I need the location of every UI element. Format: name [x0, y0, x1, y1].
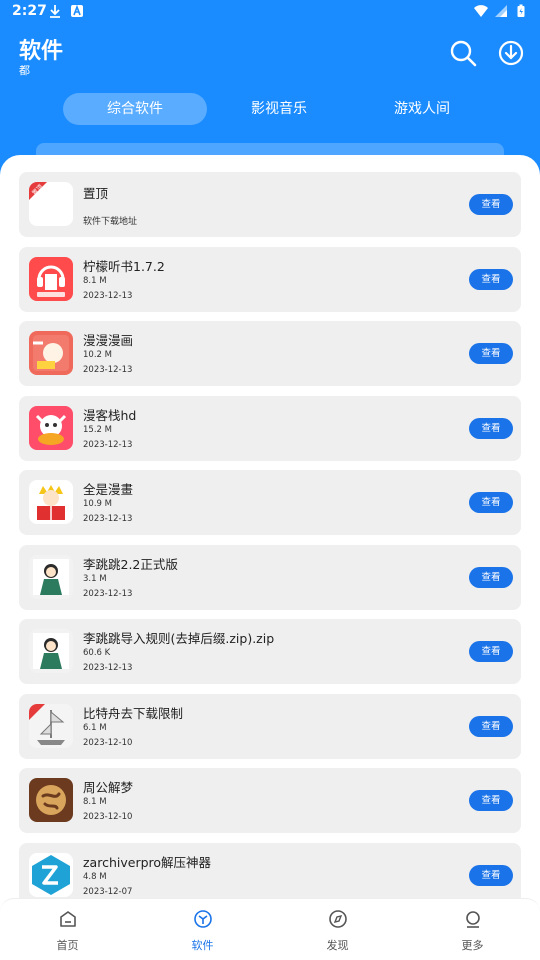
- list-item[interactable]: 李跳跳2.2正式版 3.1 M 2023-12-13 查看: [19, 544, 521, 610]
- item-name: 全是漫畫: [83, 482, 134, 497]
- view-button[interactable]: 查看: [469, 641, 513, 662]
- list-item[interactable]: 柠檬听书1.7.2 8.1 M 2023-12-13 查看: [19, 246, 521, 312]
- wifi-icon: [474, 5, 488, 17]
- item-size: 8.1 M: [83, 797, 107, 807]
- list-item[interactable]: 漫客栈hd 15.2 M 2023-12-13 查看: [19, 395, 521, 461]
- status-time: 2:27: [12, 3, 47, 19]
- item-date: 2023-12-10: [83, 812, 133, 822]
- app-status-icon: [71, 4, 83, 17]
- nav-software-label: 软件: [191, 939, 214, 952]
- item-name: 漫客栈hd: [83, 407, 137, 423]
- cat-manga-icon: [29, 405, 73, 450]
- page-subtitle: 都: [19, 64, 30, 77]
- item-subtext: 软件下载地址: [83, 217, 138, 227]
- item-date: 2023-12-13: [83, 365, 133, 375]
- nav-home[interactable]: 首页: [0, 899, 135, 960]
- download-button[interactable]: [496, 38, 526, 68]
- item-date: 2023-12-13: [83, 514, 133, 524]
- item-size: 15.2 M: [83, 424, 112, 435]
- tab-games[interactable]: 游戏人间: [351, 93, 493, 125]
- zarchiver-icon: [29, 852, 73, 897]
- view-button[interactable]: 查看: [469, 194, 513, 215]
- pinned-icon: 置顶: [29, 182, 73, 226]
- item-size: 6.1 M: [83, 722, 107, 733]
- page-title: 软件: [19, 39, 64, 64]
- software-icon: [194, 910, 212, 928]
- li-tiaotiao-icon: [29, 554, 73, 599]
- list-item[interactable]: 全是漫畫 10.9 M 2023-12-13 查看: [19, 470, 521, 535]
- item-date: 2023-12-07: [83, 886, 133, 897]
- item-name: 李跳跳导入规则(去掉后缀.zip).zip: [83, 631, 275, 646]
- item-size: 8.1 M: [83, 275, 107, 286]
- nav-discover[interactable]: 发现: [270, 899, 405, 960]
- list-item-pinned[interactable]: 置顶 置顶 软件下载地址 查看: [19, 172, 521, 237]
- search-icon: [450, 40, 477, 67]
- item-size: 10.2 M: [83, 350, 112, 360]
- li-tiaotiao-rules-icon: [29, 629, 73, 673]
- item-name: zarchiverpro解压神器: [83, 854, 212, 870]
- content-panel: 置顶 置顶 软件下载地址 查看 柠檬听书1.7.2 8.1 M 2023-12-…: [0, 155, 540, 960]
- view-button[interactable]: 查看: [469, 268, 513, 290]
- item-name: 漫漫漫画: [83, 333, 134, 348]
- view-button[interactable]: 查看: [469, 715, 513, 737]
- tab-general-software[interactable]: 综合软件: [63, 93, 207, 125]
- item-size: 4.8 M: [83, 871, 107, 882]
- lemon-audiobook-icon: [29, 256, 73, 301]
- nav-discover-label: 发现: [326, 939, 349, 952]
- view-button[interactable]: 查看: [469, 417, 513, 439]
- item-date: 2023-12-13: [83, 290, 133, 301]
- view-button[interactable]: 查看: [469, 566, 513, 588]
- item-name: 李跳跳2.2正式版: [83, 556, 178, 572]
- sailing-ship-icon: [29, 703, 73, 748]
- item-size: 10.9 M: [83, 499, 112, 509]
- dream-interpretation-icon: [29, 778, 73, 822]
- item-date: 2023-12-10: [83, 737, 133, 748]
- reader-character-icon: [29, 480, 73, 524]
- nav-more[interactable]: 更多: [405, 899, 540, 960]
- signal-icon: [495, 5, 507, 17]
- list-item[interactable]: 漫漫漫画 10.2 M 2023-12-13 查看: [19, 321, 521, 386]
- home-icon: [60, 911, 76, 927]
- bottom-nav: 首页 软件 发现 更多: [0, 898, 540, 960]
- list-item[interactable]: 周公解梦 8.1 M 2023-12-10 查看: [19, 768, 521, 833]
- list-item[interactable]: 比特舟去下载限制 6.1 M 2023-12-10 查看: [19, 693, 521, 759]
- view-button[interactable]: 查看: [469, 492, 513, 513]
- compass-icon: [329, 910, 347, 928]
- category-tabs: 综合软件 影视音乐 游戏人间: [63, 93, 493, 125]
- search-button[interactable]: [448, 38, 478, 68]
- item-name: 周公解梦: [83, 780, 134, 795]
- item-date: 2023-12-13: [83, 663, 133, 673]
- list-item[interactable]: 李跳跳导入规则(去掉后缀.zip).zip 60.6 K 2023-12-13 …: [19, 619, 521, 684]
- manga-app-icon: [29, 331, 73, 375]
- item-name: 柠檬听书1.7.2: [83, 258, 165, 274]
- nav-software[interactable]: 软件: [135, 899, 270, 960]
- battery-icon: [517, 4, 525, 17]
- more-icon: [466, 911, 480, 928]
- item-size: 60.6 K: [83, 648, 111, 658]
- view-button[interactable]: 查看: [469, 343, 513, 364]
- nav-home-label: 首页: [56, 939, 79, 952]
- download-status-icon: [50, 5, 60, 18]
- view-button[interactable]: 查看: [469, 864, 513, 886]
- nav-more-label: 更多: [461, 939, 484, 952]
- view-button[interactable]: 查看: [469, 790, 513, 811]
- download-icon: [498, 40, 524, 66]
- item-date: 2023-12-13: [83, 439, 133, 450]
- item-name: 比特舟去下载限制: [83, 705, 184, 721]
- app-list: 置顶 置顶 软件下载地址 查看 柠檬听书1.7.2 8.1 M 2023-12-…: [19, 172, 521, 917]
- item-name: 置顶: [83, 186, 109, 201]
- app-header: 2:27 软件 都 综合软件 影视音乐 游戏人间: [0, 0, 540, 175]
- status-bar: 2:27: [0, 0, 540, 24]
- tab-video-music[interactable]: 影视音乐: [207, 93, 351, 125]
- item-date: 2023-12-13: [83, 588, 133, 599]
- item-size: 3.1 M: [83, 573, 107, 584]
